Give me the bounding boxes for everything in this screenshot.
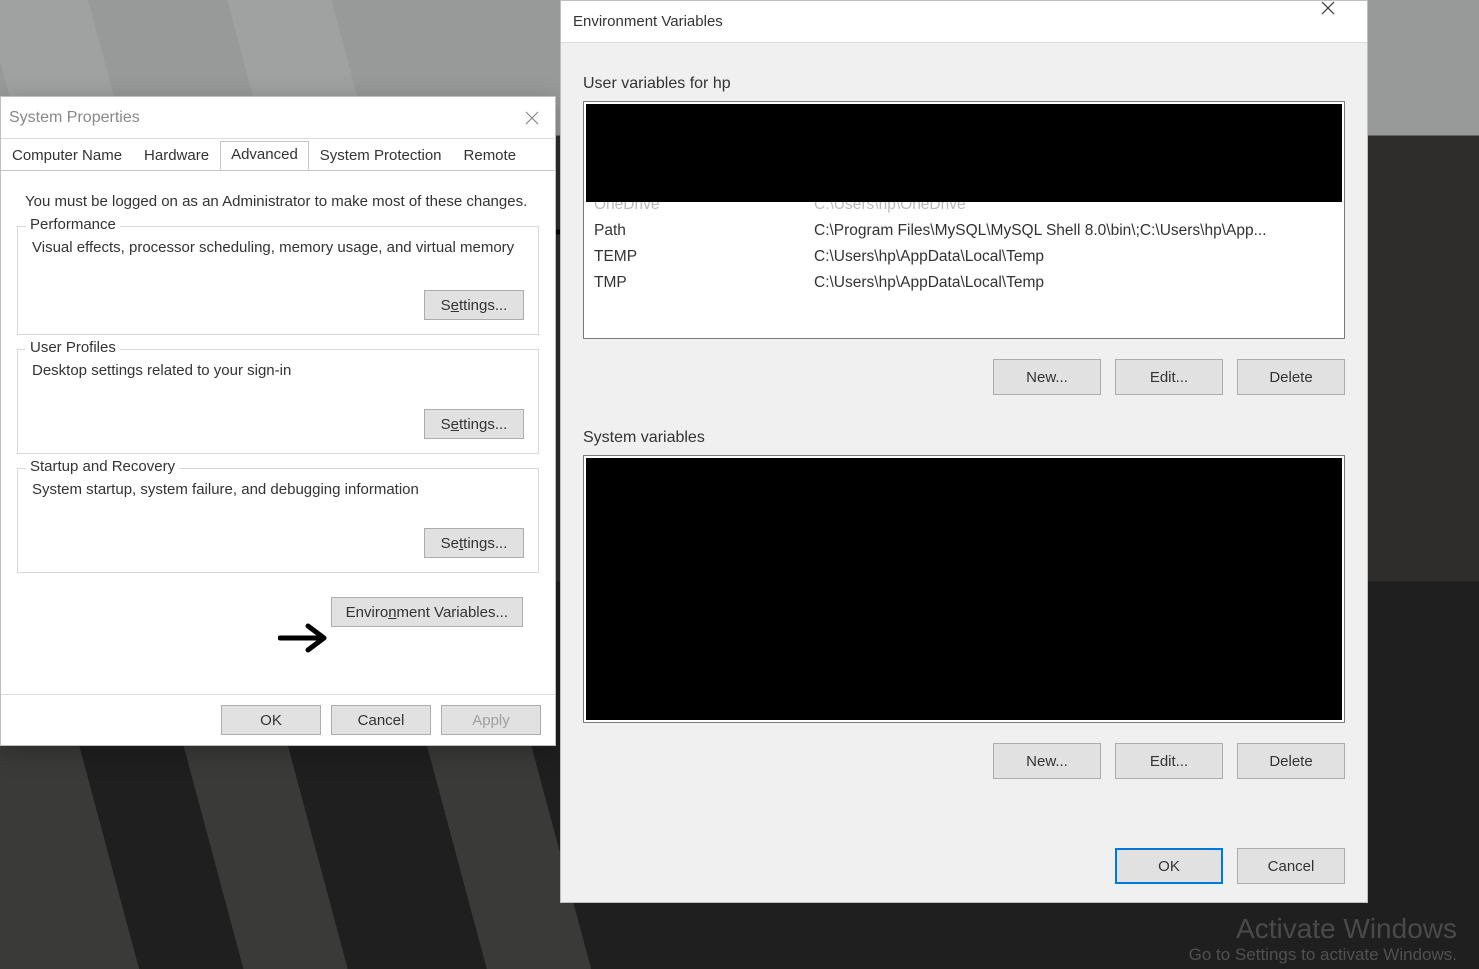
sys-vars-buttons: New... Edit... Delete: [583, 743, 1345, 779]
tab-system-protection[interactable]: System Protection: [309, 142, 453, 171]
tab-computer-name[interactable]: Computer Name: [1, 142, 133, 171]
sysprops-cancel-button[interactable]: Cancel: [331, 705, 431, 735]
user-profiles-settings-button[interactable]: Settings...: [424, 409, 524, 439]
tab-hardware[interactable]: Hardware: [133, 142, 220, 171]
user-delete-button[interactable]: Delete: [1237, 359, 1345, 395]
envdlg-footer: OK Cancel: [1115, 848, 1345, 884]
user-vars-listbox[interactable]: OneDrive C:\Users\hp\OneDrive Path C:\Pr…: [583, 101, 1345, 339]
envdlg-titlebar: Environment Variables: [561, 1, 1367, 43]
sys-new-button[interactable]: New...: [993, 743, 1101, 779]
sysprops-tabs: Computer Name Hardware Advanced System P…: [1, 139, 555, 171]
sys-edit-button[interactable]: Edit...: [1115, 743, 1223, 779]
envdlg-title: Environment Variables: [573, 13, 723, 30]
sys-delete-button[interactable]: Delete: [1237, 743, 1345, 779]
sysprops-title: System Properties: [9, 109, 140, 127]
group-performance-label: Performance: [26, 216, 120, 233]
environment-variables-dialog: Environment Variables User variables for…: [560, 0, 1368, 903]
redacted-system-vars: [586, 458, 1342, 720]
sysprops-body: You must be logged on as an Administrato…: [1, 171, 555, 641]
sysprops-close-button[interactable]: [509, 97, 555, 138]
user-new-button[interactable]: New...: [993, 359, 1101, 395]
var-name: Path: [594, 218, 814, 244]
table-row[interactable]: TEMP C:\Users\hp\AppData\Local\Temp: [584, 244, 1344, 270]
group-startup-desc: System startup, system failure, and debu…: [32, 481, 524, 498]
envdlg-ok-button[interactable]: OK: [1115, 848, 1223, 884]
var-value: C:\Users\hp\AppData\Local\Temp: [814, 270, 1344, 296]
envdlg-body: User variables for hp OneDrive C:\Users\…: [561, 43, 1367, 902]
group-user-profiles-label: User Profiles: [26, 339, 120, 356]
var-value: C:\Users\hp\AppData\Local\Temp: [814, 244, 1344, 270]
var-name: TMP: [594, 270, 814, 296]
envdlg-close-button[interactable]: [1321, 1, 1367, 43]
var-name: TEMP: [594, 244, 814, 270]
group-user-profiles: User Profiles Desktop settings related t…: [17, 349, 539, 454]
tab-remote[interactable]: Remote: [453, 142, 528, 171]
performance-settings-button[interactable]: Settings...: [424, 290, 524, 320]
envdlg-cancel-button[interactable]: Cancel: [1237, 848, 1345, 884]
group-user-profiles-desc: Desktop settings related to your sign-in: [32, 362, 524, 379]
close-icon: [1321, 1, 1335, 15]
group-performance: Performance Visual effects, processor sc…: [17, 226, 539, 335]
sysprops-titlebar: System Properties: [1, 97, 555, 139]
tab-advanced[interactable]: Advanced: [220, 141, 309, 170]
admin-note: You must be logged on as an Administrato…: [25, 193, 531, 210]
environment-variables-button[interactable]: Environment Variables...: [331, 597, 523, 627]
group-startup-label: Startup and Recovery: [26, 458, 179, 475]
group-performance-desc: Visual effects, processor scheduling, me…: [32, 239, 524, 256]
close-icon: [525, 111, 539, 125]
table-row[interactable]: Path C:\Program Files\MySQL\MySQL Shell …: [584, 218, 1344, 244]
sysprops-apply-button[interactable]: Apply: [441, 705, 541, 735]
sys-vars-label: System variables: [583, 429, 1345, 447]
sysprops-ok-button[interactable]: OK: [221, 705, 321, 735]
system-vars-listbox[interactable]: [583, 455, 1345, 723]
startup-settings-button[interactable]: Settings...: [424, 528, 524, 558]
user-edit-button[interactable]: Edit...: [1115, 359, 1223, 395]
sysprops-footer: OK Cancel Apply: [1, 694, 555, 745]
arrow-annotation-1: [278, 620, 338, 656]
redacted-user-vars: [586, 104, 1342, 202]
user-vars-label: User variables for hp: [583, 75, 1345, 93]
user-vars-buttons: New... Edit... Delete: [583, 359, 1345, 395]
group-startup-recovery: Startup and Recovery System startup, sys…: [17, 468, 539, 573]
var-value: C:\Program Files\MySQL\MySQL Shell 8.0\b…: [814, 218, 1344, 244]
table-row[interactable]: TMP C:\Users\hp\AppData\Local\Temp: [584, 270, 1344, 296]
